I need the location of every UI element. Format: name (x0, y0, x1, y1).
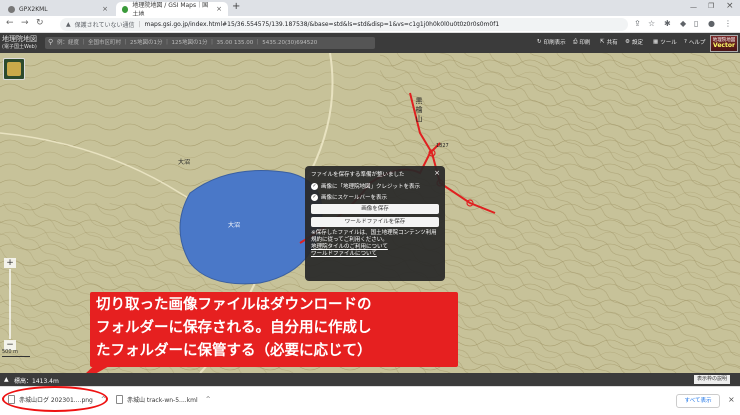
menu-icon[interactable]: ⋮ (724, 19, 732, 28)
puzzle-icon[interactable]: ◆ (680, 19, 686, 28)
menu-label: ツール (660, 40, 677, 46)
mountain-label: 黒檜山 (415, 97, 423, 124)
extension-icon[interactable]: ✱ (664, 19, 671, 28)
zoom-control: + − (4, 258, 16, 350)
new-tab-button[interactable]: + (232, 1, 240, 12)
settings-menu[interactable]: ⚙ 設定 (625, 38, 643, 46)
file-icon (116, 395, 123, 404)
menu-label: 印刷表示 (543, 40, 566, 46)
checkbox-label: 画像に「地理院地図」クレジットを表示 (321, 184, 421, 190)
url-text: maps.gsi.go.jp/index.html#15/36.554575/1… (144, 21, 500, 28)
callout-line: フォルダーに保存される。自分用に作成し (96, 320, 372, 336)
sidepanel-icon[interactable]: ▯ (694, 19, 698, 28)
check-icon: ✓ (311, 182, 318, 190)
worldfile-link[interactable]: ワールドファイルについて (311, 251, 439, 258)
lake-label: 大沼 (228, 222, 241, 229)
help-menu[interactable]: ? ヘルプ (684, 38, 705, 46)
checkbox-label: 画像にスケールバーを表示 (321, 195, 388, 201)
callout-line: たフォルダーに保管する（必要に応じて） (96, 343, 372, 359)
save-worldfile-button[interactable]: ワールドファイルを保存 (311, 217, 439, 227)
close-icon[interactable]: × (216, 5, 222, 13)
search-input[interactable]: 例：経度 ｜ 全国市区町村 ｜ 25地図の1分 ｜ 125地図の1分 ｜ 35.… (45, 37, 375, 49)
back-icon[interactable]: ← (6, 18, 14, 28)
tab-gsi-maps[interactable]: 地理院地図 / GSI Maps｜国土地 × (116, 2, 228, 18)
save-file-dialog: × ファイルを保存する準備が整いました ✓ 画像に「地理院地図」クレジットを表示… (305, 166, 445, 281)
zoom-slider[interactable] (9, 269, 11, 339)
avatar[interactable]: ● (708, 19, 715, 28)
warning-icon: ▲ (66, 21, 71, 28)
logo-subtitle: (電子国土Web) (2, 44, 37, 50)
chevron-up-icon[interactable]: ^ (206, 396, 211, 403)
elevation-text: 標高：1413.4m (14, 378, 59, 385)
menu-label: 共有 (606, 40, 618, 46)
check-icon: ✓ (311, 193, 318, 201)
menu-label: ヘルプ (688, 40, 706, 46)
location-icon: ▲ (4, 376, 9, 383)
printer-icon: ⎙ (573, 38, 578, 45)
tool-menu[interactable]: ▦ ツール (653, 38, 677, 46)
save-image-button[interactable]: 画像を保存 (311, 204, 439, 214)
minimize-icon[interactable]: — (690, 3, 697, 11)
place-label: 大沼 (178, 159, 191, 166)
window-close-icon[interactable]: × (726, 1, 734, 11)
tile-usage-link[interactable]: 地理院タイルのご利用について (311, 244, 439, 251)
share-icon[interactable]: ⇪ (634, 19, 641, 28)
callout-line: 切り取った画像ファイルはダウンロードの (96, 297, 372, 313)
search-icon[interactable]: ⚲ (48, 38, 53, 46)
menu-label: 印刷 (579, 40, 591, 46)
share-menu[interactable]: ⇱ 共有 (600, 38, 618, 46)
dialog-note: ※保存したファイルは、国土地理院コンテンツ利用規約に従ってご利用ください。 (311, 230, 437, 243)
refresh-icon: ↻ (537, 39, 542, 45)
layers-icon (7, 62, 21, 76)
legend-button[interactable]: 表示枠の説明 (694, 375, 731, 384)
layer-button[interactable] (3, 58, 25, 80)
elevation-point-label: 1827 (436, 143, 449, 149)
gsi-logo[interactable]: 地理院地図 (電子国土Web) (2, 35, 42, 52)
tab-bar: GPX2KML × 地理院地図 / GSI Maps｜国土地 × + — ❐ × (0, 0, 740, 18)
close-icon[interactable]: × (434, 169, 440, 177)
map-status-bar: ▲ 標高：1413.4m 表示枠の説明 (0, 373, 740, 386)
download-bar: 赤城山ログ 202301....png ^ 赤城山 track-wn-5....… (0, 386, 740, 415)
forward-icon[interactable]: → (21, 18, 29, 28)
vector-badge: Vector (713, 42, 735, 49)
address-bar[interactable]: ▲ 保護されていない通信 | maps.gsi.go.jp/index.html… (60, 18, 628, 31)
scalebar-checkbox[interactable]: ✓ 画像にスケールバーを表示 (311, 193, 439, 201)
reload-icon[interactable]: ↻ (36, 18, 44, 28)
vector-logo[interactable]: 地理院地図 Vector (710, 35, 738, 52)
show-all-button[interactable]: すべて表示 (676, 394, 720, 408)
gear-icon: ⚙ (625, 39, 630, 45)
help-icon: ? (684, 39, 687, 45)
tab-gpx2kml[interactable]: GPX2KML × (2, 2, 114, 16)
credit-checkbox[interactable]: ✓ 画像に「地理院地図」クレジットを表示 (311, 182, 439, 190)
scale-bar: 500 m (2, 349, 30, 357)
print-menu[interactable]: ⎙ 印刷 (573, 38, 591, 47)
star-icon[interactable]: ☆ (648, 19, 655, 28)
share-icon: ⇱ (600, 39, 605, 45)
tool-icon: ▦ (653, 39, 659, 45)
menu-label: 設定 (631, 40, 643, 46)
dialog-title: ファイルを保存する準備が整いました (311, 172, 405, 178)
print-view-menu[interactable]: ↻ 印刷表示 (537, 38, 566, 46)
maximize-icon[interactable]: ❐ (708, 2, 714, 10)
browser-toolbar: ← → ↻ ▲ 保護されていない通信 | maps.gsi.go.jp/inde… (0, 16, 740, 33)
globe-icon (8, 5, 15, 13)
download-item[interactable]: 赤城山 track-wn-5....kml ^ (116, 395, 211, 404)
logo-title: 地理院地図 (2, 35, 37, 43)
security-label: 保護されていない通信 (74, 22, 135, 29)
close-icon[interactable]: × (102, 5, 108, 13)
zoom-in-button[interactable]: + (4, 258, 16, 268)
tab-label: GPX2KML (19, 5, 48, 13)
gsi-favicon-icon (122, 5, 129, 13)
download-filename: 赤城山 track-wn-5....kml (127, 397, 198, 404)
close-icon[interactable]: × (728, 395, 735, 404)
callout-annotation: 切り取った画像ファイルはダウンロードの フォルダーに保存される。自分用に作成し … (90, 292, 458, 367)
highlight-circle (2, 386, 108, 412)
